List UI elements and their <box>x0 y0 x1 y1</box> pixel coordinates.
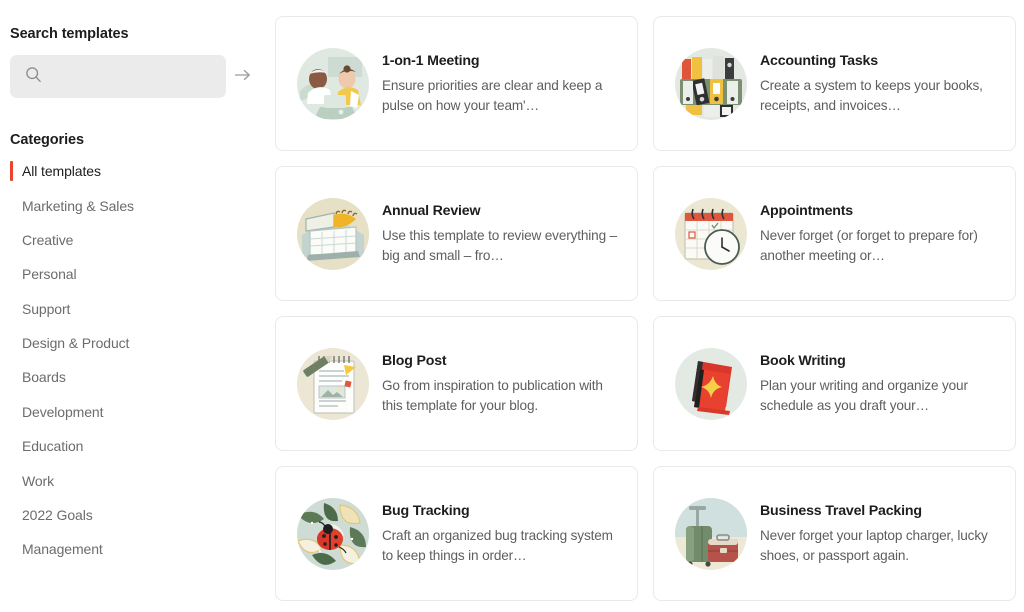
template-description: Never forget (or forget to prepare for) … <box>760 227 978 263</box>
template-card[interactable]: Annual Review Use this template to revie… <box>275 166 638 301</box>
search-templates-heading: Search templates <box>10 26 129 42</box>
card-text: Accounting Tasks Create a system to keep… <box>760 51 999 116</box>
template-card[interactable]: Book Writing Plan your writing and organ… <box>653 316 1016 451</box>
sidebar-item-creative[interactable]: Creative <box>10 223 260 257</box>
sidebar-item-marketing-sales[interactable]: Marketing & Sales <box>10 188 260 222</box>
search-submit-button[interactable] <box>234 55 252 98</box>
card-text: Blog Post Go from inspiration to publica… <box>382 351 621 416</box>
red-book-sparkle-illustration <box>672 345 750 423</box>
card-text: Appointments Never forget (or forget to … <box>760 201 999 266</box>
notepad-pencil-illustration <box>294 345 372 423</box>
template-description: Go from inspiration to publication with … <box>382 377 603 413</box>
template-title: Accounting Tasks <box>760 52 878 69</box>
template-card[interactable]: Blog Post Go from inspiration to publica… <box>275 316 638 451</box>
binders-shelf-illustration <box>672 45 750 123</box>
template-title: Annual Review <box>382 202 481 219</box>
template-gallery-page: Search templates Categories All template… <box>0 0 1024 612</box>
template-title: 1-on-1 Meeting <box>382 52 480 69</box>
template-grid: 1-on-1 Meeting Ensure priorities are cle… <box>275 16 1016 601</box>
card-text: Book Writing Plan your writing and organ… <box>760 351 999 416</box>
category-list: All templates Marketing & Sales Creative… <box>10 154 260 567</box>
desk-calendar-illustration <box>294 195 372 273</box>
sidebar-item-boards[interactable]: Boards <box>10 360 260 394</box>
search-icon <box>25 66 42 88</box>
ladybug-leaves-illustration <box>294 495 372 573</box>
sidebar-item-design-product[interactable]: Design & Product <box>10 326 260 360</box>
template-description: Create a system to keeps your books, rec… <box>760 77 983 113</box>
categories-heading: Categories <box>10 132 84 148</box>
sidebar-item-management[interactable]: Management <box>10 532 260 566</box>
sidebar-item-support[interactable]: Support <box>10 292 260 326</box>
template-card[interactable]: Bug Tracking Craft an organized bug trac… <box>275 466 638 601</box>
search-box[interactable] <box>10 55 250 98</box>
sidebar: Search templates Categories All template… <box>0 0 260 612</box>
template-grid-area: 1-on-1 Meeting Ensure priorities are cle… <box>260 0 1024 612</box>
arrow-right-icon <box>234 68 252 85</box>
template-title: Book Writing <box>760 352 846 369</box>
sidebar-item-education[interactable]: Education <box>10 429 260 463</box>
card-text: Bug Tracking Craft an organized bug trac… <box>382 501 621 566</box>
template-title: Bug Tracking <box>382 502 470 519</box>
template-title: Appointments <box>760 202 853 219</box>
template-description: Never forget your laptop charger, lucky … <box>760 527 988 563</box>
template-description: Use this template to review everything –… <box>382 227 618 263</box>
card-text: 1-on-1 Meeting Ensure priorities are cle… <box>382 51 621 116</box>
card-text: Annual Review Use this template to revie… <box>382 201 621 266</box>
template-card[interactable]: Business Travel Packing Never forget you… <box>653 466 1016 601</box>
template-description: Ensure priorities are clear and keep a p… <box>382 77 603 113</box>
search-input[interactable] <box>42 55 234 98</box>
sidebar-item-2022-goals[interactable]: 2022 Goals <box>10 498 260 532</box>
calendar-clock-illustration <box>672 195 750 273</box>
card-text: Business Travel Packing Never forget you… <box>760 501 999 566</box>
template-description: Craft an organized bug tracking system t… <box>382 527 613 563</box>
sidebar-item-all-templates[interactable]: All templates <box>10 154 260 188</box>
suitcases-illustration <box>672 495 750 573</box>
two-people-laptop-illustration <box>294 45 372 123</box>
sidebar-item-work[interactable]: Work <box>10 463 260 497</box>
template-description: Plan your writing and organize your sche… <box>760 377 968 413</box>
template-title: Business Travel Packing <box>760 502 922 519</box>
template-card[interactable]: Appointments Never forget (or forget to … <box>653 166 1016 301</box>
template-card[interactable]: 1-on-1 Meeting Ensure priorities are cle… <box>275 16 638 151</box>
template-card[interactable]: Accounting Tasks Create a system to keep… <box>653 16 1016 151</box>
sidebar-item-development[interactable]: Development <box>10 395 260 429</box>
sidebar-item-personal[interactable]: Personal <box>10 257 260 291</box>
template-title: Blog Post <box>382 352 447 369</box>
